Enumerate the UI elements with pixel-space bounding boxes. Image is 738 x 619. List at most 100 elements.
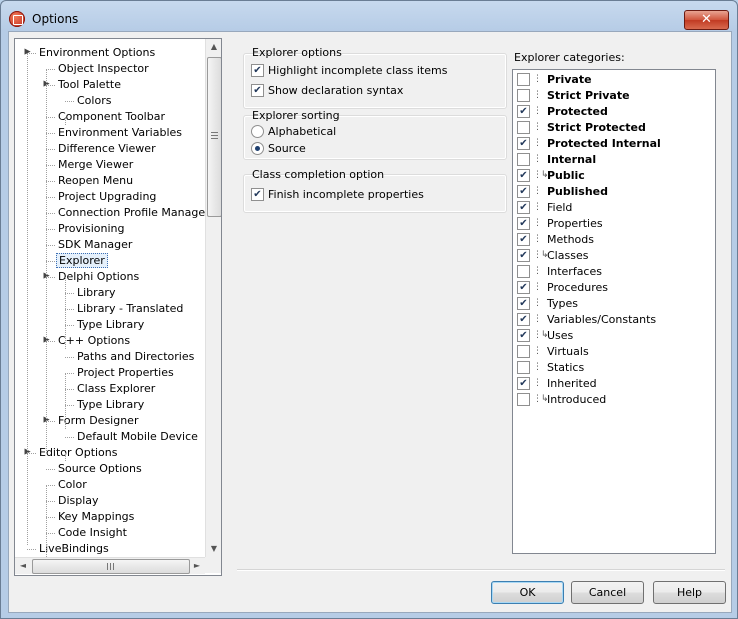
- tree-item[interactable]: Library: [75, 285, 117, 301]
- ok-button[interactable]: OK: [491, 581, 564, 604]
- tree-item[interactable]: Object Inspector: [56, 61, 151, 77]
- tree-item[interactable]: Paths and Directories: [75, 349, 196, 365]
- checkbox-box[interactable]: ✔: [251, 187, 264, 201]
- category-item[interactable]: ✔ ⋮↳Classes: [517, 248, 588, 264]
- category-checkbox[interactable]: ✔: [517, 216, 530, 230]
- category-checkbox[interactable]: ✔: [517, 296, 530, 310]
- category-item[interactable]: ⋮ Strict Protected: [517, 120, 646, 136]
- tree-item[interactable]: Type Library: [75, 317, 146, 333]
- tree-item[interactable]: Provisioning: [56, 221, 127, 237]
- tree-item[interactable]: Default Mobile Device: [75, 429, 200, 445]
- tree-item[interactable]: Type Library: [75, 397, 146, 413]
- tree-vertical-scrollbar[interactable]: ▲ ▼: [205, 39, 221, 557]
- tree-item[interactable]: Explorer: [56, 253, 108, 269]
- scroll-down-arrow-icon[interactable]: ▼: [206, 541, 221, 557]
- category-checkbox[interactable]: ✔: [517, 328, 530, 342]
- category-checkbox[interactable]: ✔: [517, 376, 530, 390]
- category-item[interactable]: ⋮ Virtuals: [517, 344, 589, 360]
- explorer-categories-list[interactable]: ⋮ Private ⋮ Strict Private ✔ ⋮ Protected ⋮ Stric…: [512, 69, 716, 554]
- category-checkbox[interactable]: ✔: [517, 280, 530, 294]
- scroll-left-arrow-icon[interactable]: ◄: [15, 558, 31, 574]
- tree-item[interactable]: Source Options: [56, 461, 144, 477]
- category-item[interactable]: ✔ ⋮ Procedures: [517, 280, 608, 296]
- category-checkbox[interactable]: ✔: [517, 200, 530, 214]
- category-checkbox[interactable]: ✔: [517, 184, 530, 198]
- alphabetical-radio[interactable]: Alphabetical: [251, 124, 336, 140]
- close-button[interactable]: ✕: [684, 10, 729, 30]
- category-item[interactable]: ✔ ⋮↳Uses: [517, 328, 573, 344]
- show-declaration-checkbox[interactable]: ✔ Show declaration syntax: [251, 83, 403, 99]
- category-item[interactable]: ✔ ⋮ Properties: [517, 216, 603, 232]
- category-item[interactable]: ✔ ⋮↳Public: [517, 168, 585, 184]
- tree-item[interactable]: Reopen Menu: [56, 173, 135, 189]
- category-item[interactable]: ⋮↳Introduced: [517, 392, 606, 408]
- tree-item[interactable]: Project Properties: [75, 365, 176, 381]
- category-checkbox[interactable]: [517, 344, 530, 358]
- highlight-incomplete-checkbox[interactable]: ✔ Highlight incomplete class items: [251, 63, 447, 79]
- category-checkbox[interactable]: [517, 152, 530, 166]
- tree-item[interactable]: Project Upgrading: [56, 189, 158, 205]
- radio-button[interactable]: [251, 141, 264, 155]
- tree-item[interactable]: Merge Viewer: [56, 157, 135, 173]
- category-item[interactable]: ✔ ⋮ Methods: [517, 232, 594, 248]
- tree-item[interactable]: Environment Variables: [56, 125, 184, 141]
- tree-item[interactable]: SDK Manager: [56, 237, 134, 253]
- category-checkbox[interactable]: ✔: [517, 248, 530, 262]
- radio-button[interactable]: [251, 124, 264, 138]
- scroll-up-arrow-icon[interactable]: ▲: [206, 39, 221, 55]
- tree-horizontal-scrollbar[interactable]: ◄ ►: [15, 557, 205, 574]
- category-item[interactable]: ✔ ⋮ Published: [517, 184, 608, 200]
- category-checkbox[interactable]: ✔: [517, 232, 530, 246]
- tree-item[interactable]: LiveBindings: [37, 541, 111, 557]
- tree-item[interactable]: Code Insight: [56, 525, 129, 541]
- category-item[interactable]: ⋮ Internal: [517, 152, 596, 168]
- tree-item[interactable]: Colors: [75, 93, 113, 109]
- tree-item[interactable]: Connection Profile Manager: [56, 205, 205, 221]
- tree-item[interactable]: Tool Palette: [56, 77, 123, 93]
- category-item[interactable]: ⋮ Interfaces: [517, 264, 602, 280]
- finish-incomplete-checkbox[interactable]: ✔ Finish incomplete properties: [251, 187, 424, 203]
- category-checkbox[interactable]: [517, 392, 530, 406]
- tree-item[interactable]: C++ Options: [56, 333, 132, 349]
- help-button[interactable]: Help: [653, 581, 726, 604]
- category-item[interactable]: ✔ ⋮ Variables/Constants: [517, 312, 656, 328]
- horizontal-scroll-thumb[interactable]: [32, 559, 190, 574]
- scroll-right-arrow-icon[interactable]: ►: [189, 558, 205, 574]
- tree-item[interactable]: Delphi Options: [56, 269, 141, 285]
- category-item[interactable]: ✔ ⋮ Inherited: [517, 376, 597, 392]
- checkbox-box[interactable]: ✔: [251, 83, 264, 97]
- tree-item[interactable]: Editor Options: [37, 445, 120, 461]
- source-radio[interactable]: Source: [251, 141, 306, 157]
- category-item[interactable]: ✔ ⋮ Field: [517, 200, 572, 216]
- category-checkbox[interactable]: ✔: [517, 168, 530, 182]
- category-item[interactable]: ⋮ Private: [517, 72, 592, 88]
- checkbox-box[interactable]: ✔: [251, 63, 264, 77]
- tree-item[interactable]: Display: [56, 493, 101, 509]
- category-checkbox[interactable]: ✔: [517, 136, 530, 150]
- tree-item[interactable]: Form Designer: [56, 413, 140, 429]
- window-title: Options: [32, 12, 79, 26]
- options-tree[interactable]: Environment Options ▲ Object Inspector Tool…: [14, 38, 222, 576]
- category-checkbox[interactable]: [517, 360, 530, 374]
- category-checkbox[interactable]: [517, 88, 530, 102]
- category-checkbox[interactable]: [517, 120, 530, 134]
- tree-item-label: C++ Options: [58, 334, 131, 347]
- tree-item[interactable]: Color: [56, 477, 89, 493]
- category-checkbox[interactable]: ✔: [517, 104, 530, 118]
- tree-item[interactable]: Class Explorer: [75, 381, 157, 397]
- category-item[interactable]: ⋮ Statics: [517, 360, 584, 376]
- category-checkbox[interactable]: [517, 264, 530, 278]
- tree-item[interactable]: Component Toolbar: [56, 109, 167, 125]
- tree-item[interactable]: Library - Translated: [75, 301, 185, 317]
- category-checkbox[interactable]: ✔: [517, 312, 530, 326]
- category-item[interactable]: ✔ ⋮ Protected: [517, 104, 608, 120]
- category-item[interactable]: ⋮ Strict Private: [517, 88, 630, 104]
- category-checkbox[interactable]: [517, 72, 530, 86]
- tree-item[interactable]: Environment Options: [37, 45, 157, 61]
- cancel-button[interactable]: Cancel: [571, 581, 644, 604]
- tree-item[interactable]: Key Mappings: [56, 509, 136, 525]
- category-item[interactable]: ✔ ⋮ Protected Internal: [517, 136, 661, 152]
- vertical-scroll-thumb[interactable]: [207, 57, 221, 217]
- category-item[interactable]: ✔ ⋮ Types: [517, 296, 578, 312]
- tree-item[interactable]: Difference Viewer: [56, 141, 158, 157]
